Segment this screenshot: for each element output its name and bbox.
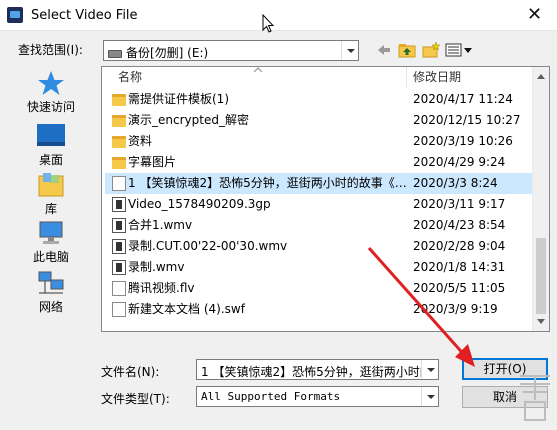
place-label: 网络 (38, 300, 63, 314)
folder-icon (112, 115, 126, 127)
desktop-icon (37, 124, 65, 146)
folder-row[interactable]: 字幕图片 2020/4/29 9:24 (105, 152, 533, 173)
file-row[interactable]: 1 【笑镇惊魂2】恐怖5分钟，逛街两小时的故事《… 2020/3/3 8:24 (105, 173, 533, 194)
filetype-dropdown[interactable]: All Supported Formats (196, 386, 439, 407)
close-icon[interactable]: ✕ (512, 0, 557, 31)
folder-row[interactable]: 演示_encrypted_解密 2020/12/15 10:27 (105, 110, 533, 131)
folder-row[interactable]: 资料 2020/3/19 10:26 (105, 131, 533, 152)
view-menu-icon[interactable] (444, 40, 474, 60)
title-bar: Select Video File ✕ (0, 0, 557, 31)
filename-label: 文件名(N): (101, 365, 160, 379)
file-icon (112, 302, 126, 317)
column-header-date[interactable]: 修改日期 (407, 67, 532, 88)
mouse-cursor-icon (262, 14, 274, 33)
place-quick-access[interactable]: 快速访问 (14, 70, 88, 115)
file-date: 2020/3/11 9:17 (413, 197, 506, 211)
file-name: 合并1.wmv (128, 218, 193, 232)
media-file-icon (112, 260, 126, 275)
star-icon (38, 71, 64, 95)
file-name: 资料 (128, 134, 153, 148)
app-icon (7, 7, 23, 23)
folder-icon (112, 157, 126, 169)
file-date: 2020/12/15 10:27 (413, 113, 521, 127)
place-network[interactable]: 网络 (14, 270, 88, 315)
place-label: 快速访问 (26, 100, 75, 114)
file-row[interactable]: Video_1578490209.3gp 2020/3/11 9:17 (105, 194, 533, 215)
file-name: Video_1578490209.3gp (128, 197, 271, 211)
file-date: 2020/4/17 11:24 (413, 92, 513, 106)
filetype-label: 文件类型(T): (101, 392, 170, 406)
file-name: 演示_encrypted_解密 (128, 113, 249, 127)
media-file-icon (112, 239, 126, 254)
sort-ascending-icon (254, 67, 262, 72)
file-name: 字幕图片 (128, 155, 177, 169)
file-row[interactable]: 合并1.wmv 2020/4/23 8:54 (105, 215, 533, 236)
scroll-up-icon[interactable] (537, 74, 545, 79)
file-date: 2020/3/3 8:24 (413, 176, 498, 190)
media-file-icon (112, 197, 126, 212)
place-label: 库 (44, 202, 57, 216)
file-icon (112, 176, 126, 191)
file-name: 需提供证件模板(1) (128, 92, 229, 106)
chevron-down-icon[interactable] (341, 41, 358, 60)
scrollbar-thumb[interactable] (536, 238, 546, 314)
lookin-label: 查找范围(I): (18, 43, 83, 57)
annotation-arrow-icon (367, 247, 475, 367)
vertical-scrollbar[interactable] (532, 67, 549, 331)
new-folder-icon[interactable] (420, 40, 442, 60)
network-icon (38, 271, 64, 294)
file-date: 2020/4/29 9:24 (413, 155, 506, 169)
filetype-value: All Supported Formats (201, 390, 341, 403)
library-icon (38, 173, 64, 197)
place-libraries[interactable]: 库 (14, 172, 88, 217)
place-desktop[interactable]: 桌面 (14, 123, 88, 168)
back-arrow-icon[interactable] (373, 40, 395, 60)
place-this-pc[interactable]: 此电脑 (14, 220, 88, 265)
lookin-value: 备份[勿删] (E:) (126, 46, 209, 60)
folder-icon (112, 136, 126, 148)
lookin-dropdown[interactable]: 备份[勿删] (E:) (103, 40, 359, 61)
file-date: 2020/3/19 10:26 (413, 134, 513, 148)
up-folder-icon[interactable] (396, 40, 418, 60)
chevron-down-icon[interactable] (421, 387, 438, 406)
scroll-down-icon[interactable] (537, 319, 545, 324)
file-date: 2020/4/23 8:54 (413, 218, 506, 232)
drive-icon (108, 49, 122, 58)
place-label: 此电脑 (32, 250, 69, 264)
folder-row[interactable]: 需提供证件模板(1) 2020/4/17 11:24 (105, 89, 533, 110)
file-name: 1 【笑镇惊魂2】恐怖5分钟，逛街两小时的故事《… (128, 176, 407, 190)
watermark-logo (520, 375, 550, 421)
computer-icon (39, 221, 63, 244)
media-file-icon (112, 218, 126, 233)
place-label: 桌面 (38, 153, 63, 167)
folder-icon (112, 94, 126, 106)
file-icon (112, 281, 126, 296)
window-title: Select Video File (31, 8, 138, 23)
